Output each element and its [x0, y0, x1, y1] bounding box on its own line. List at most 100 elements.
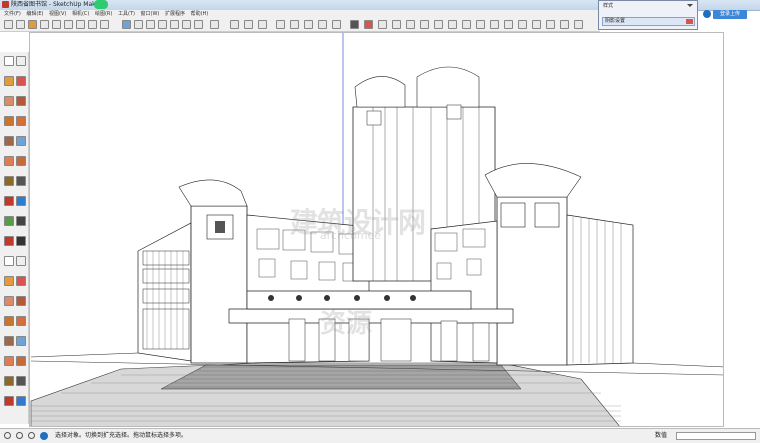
- toolbar-tool-17-icon[interactable]: [4, 216, 14, 226]
- shaded-icon[interactable]: [170, 20, 179, 29]
- tool-g-icon[interactable]: [518, 20, 527, 29]
- toolbar-tool-22-icon[interactable]: [16, 256, 26, 266]
- toolbar-tool-31-icon[interactable]: [4, 356, 14, 366]
- warehouse-icon[interactable]: [350, 20, 359, 29]
- toolbar-tool-14-icon[interactable]: [16, 176, 26, 186]
- tool-b-icon[interactable]: [448, 20, 457, 29]
- sandbox-4-icon[interactable]: [318, 20, 327, 29]
- menu-draw[interactable]: 绘图(R): [95, 10, 112, 18]
- hidden-line-icon[interactable]: [158, 20, 167, 29]
- menu-camera[interactable]: 相机(C): [72, 10, 89, 18]
- shadow-settings-tray[interactable]: 阴影设置: [602, 17, 695, 26]
- eraser-tool-icon[interactable]: [16, 20, 25, 29]
- tool-j-icon[interactable]: [560, 20, 569, 29]
- toolbar-tool-15-icon[interactable]: [4, 196, 14, 206]
- instructor-help-icon[interactable]: [40, 432, 48, 440]
- sandbox-5-icon[interactable]: [332, 20, 341, 29]
- toolbar-tool-28-icon[interactable]: [16, 316, 26, 326]
- measurements-input[interactable]: [676, 432, 756, 440]
- xray-icon[interactable]: [122, 20, 131, 29]
- toolbar-tool-10-icon[interactable]: [16, 136, 26, 146]
- toolbar-tool-3-icon[interactable]: [4, 76, 14, 86]
- toolbar-tool-23-icon[interactable]: [4, 276, 14, 286]
- collapse-arrow-icon[interactable]: [687, 4, 693, 7]
- toolbar-tool-16-icon[interactable]: [16, 196, 26, 206]
- signin-upload-button[interactable]: 登录上传: [713, 10, 747, 19]
- toolbar-tool-24-icon[interactable]: [16, 276, 26, 286]
- target-2-icon[interactable]: [406, 20, 415, 29]
- paint-tool-icon[interactable]: [28, 20, 37, 29]
- tool-k-icon[interactable]: [574, 20, 583, 29]
- toolbar-tool-36-icon[interactable]: [16, 396, 26, 406]
- toolbar-tool-9-icon[interactable]: [4, 136, 14, 146]
- toolbar-tool-5-icon[interactable]: [4, 96, 14, 106]
- credits-icon[interactable]: [16, 432, 23, 439]
- toolbar-tool-35-icon[interactable]: [4, 396, 14, 406]
- shaded-textures-icon[interactable]: [182, 20, 191, 29]
- toolbar-tool-2-icon[interactable]: [16, 56, 26, 66]
- toolbar-tool-1-icon[interactable]: [4, 56, 14, 66]
- toolbar-tool-27-icon[interactable]: [4, 316, 14, 326]
- wireframe-icon[interactable]: [146, 20, 155, 29]
- tool-d-icon[interactable]: [476, 20, 485, 29]
- toolbar-tool-11-icon[interactable]: [4, 156, 14, 166]
- right-view-icon[interactable]: [76, 20, 85, 29]
- menu-view[interactable]: 视图(V): [49, 10, 66, 18]
- back-edges-icon[interactable]: [134, 20, 143, 29]
- model-viewport[interactable]: 建筑设计网 archcomee 资源: [29, 32, 724, 427]
- toolbar-tool-12-icon[interactable]: [16, 156, 26, 166]
- tool-f-icon[interactable]: [504, 20, 513, 29]
- cloud-sync-button[interactable]: [94, 0, 108, 9]
- account-icon[interactable]: [703, 10, 711, 18]
- top-view-icon[interactable]: [52, 20, 61, 29]
- menu-edit[interactable]: 编辑(E): [26, 10, 43, 18]
- menu-tools[interactable]: 工具(T): [118, 10, 135, 18]
- sandbox-2-icon[interactable]: [290, 20, 299, 29]
- sandbox-3-icon[interactable]: [304, 20, 313, 29]
- toolbar-tool-25-icon[interactable]: [4, 296, 14, 306]
- stack-icon[interactable]: [244, 20, 253, 29]
- toolbar-tool-33-icon[interactable]: [4, 376, 14, 386]
- tool-a-icon[interactable]: [434, 20, 443, 29]
- toolbar-tool-20-icon[interactable]: [16, 236, 26, 246]
- sandbox-1-icon[interactable]: [276, 20, 285, 29]
- toolbar-tool-19-icon[interactable]: [4, 236, 14, 246]
- front-view-icon[interactable]: [64, 20, 73, 29]
- toolbar-tool-29-icon[interactable]: [4, 336, 14, 346]
- toolbar-tool-8-icon[interactable]: [16, 116, 26, 126]
- menu-file[interactable]: 文件(F): [4, 10, 21, 18]
- styles-edit-icon[interactable]: [210, 20, 219, 29]
- toolbar-tool-4-icon[interactable]: [16, 76, 26, 86]
- iso-view-icon[interactable]: [40, 20, 49, 29]
- target-icon[interactable]: [392, 20, 401, 29]
- tool-i-icon[interactable]: [546, 20, 555, 29]
- toolbar-tool-32-icon[interactable]: [16, 356, 26, 366]
- close-tray-icon[interactable]: [686, 19, 693, 24]
- stack-2-icon[interactable]: [258, 20, 267, 29]
- menu-extensions[interactable]: 扩展程序: [165, 10, 185, 18]
- toolbar-tool-34-icon[interactable]: [16, 376, 26, 386]
- location-icon[interactable]: [378, 20, 387, 29]
- tool-h-icon[interactable]: [532, 20, 541, 29]
- tool-c-icon[interactable]: [462, 20, 471, 29]
- left-view-icon[interactable]: [100, 20, 109, 29]
- extension-warehouse-icon[interactable]: [364, 20, 373, 29]
- toolbar-tool-13-icon[interactable]: [4, 176, 14, 186]
- stairs-icon[interactable]: [230, 20, 239, 29]
- styles-panel-title: 样式: [603, 3, 614, 9]
- geo-location-icon[interactable]: [4, 432, 11, 439]
- toolbar-tool-6-icon[interactable]: [16, 96, 26, 106]
- select-tool-icon[interactable]: [4, 20, 13, 29]
- toolbar-tool-7-icon[interactable]: [4, 116, 14, 126]
- toolbar-tool-21-icon[interactable]: [4, 256, 14, 266]
- user-icon[interactable]: [28, 432, 35, 439]
- toolbar-tool-18-icon[interactable]: [16, 216, 26, 226]
- photo-match-icon[interactable]: [420, 20, 429, 29]
- menu-window[interactable]: 窗口(W): [141, 10, 160, 18]
- back-view-icon[interactable]: [88, 20, 97, 29]
- toolbar-tool-30-icon[interactable]: [16, 336, 26, 346]
- monochrome-icon[interactable]: [194, 20, 203, 29]
- toolbar-tool-26-icon[interactable]: [16, 296, 26, 306]
- tool-e-icon[interactable]: [490, 20, 499, 29]
- menu-help[interactable]: 帮助(H): [191, 10, 209, 18]
